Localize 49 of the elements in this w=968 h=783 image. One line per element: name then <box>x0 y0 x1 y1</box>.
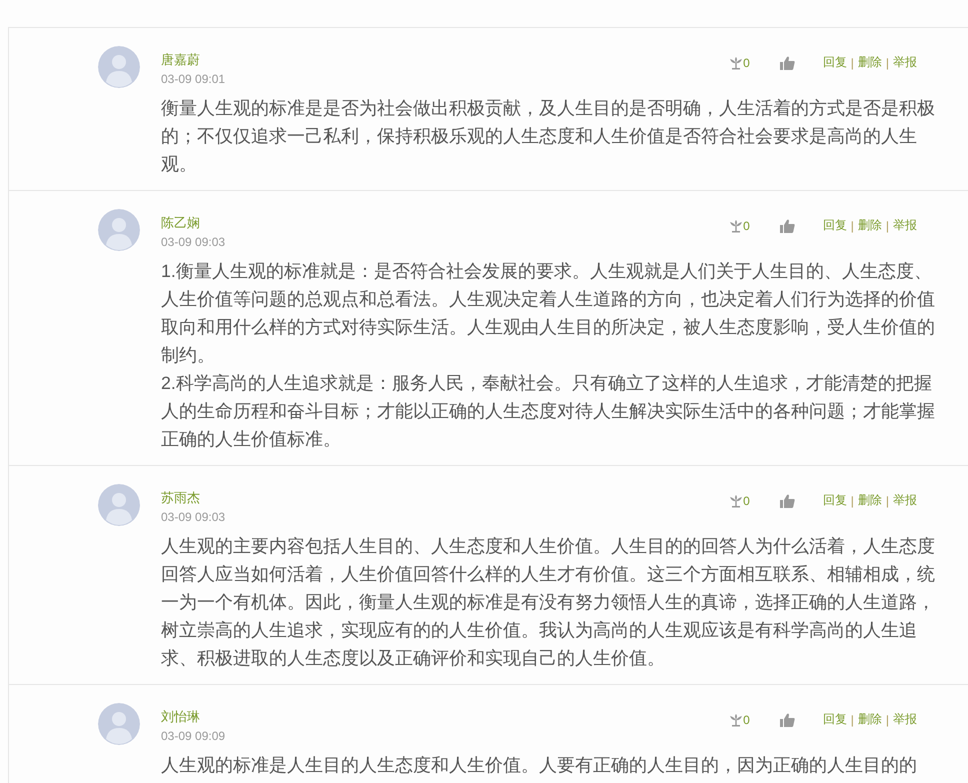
separator: | <box>886 494 889 508</box>
flower-count: 0 <box>743 712 750 726</box>
comment-text: 2.科学高尚的人生追求就是：服务人民，奉献社会。只有确立了这样的人生追求，才能清楚的把握人的生命历程和奋斗目标；才能以正确的人生态度对待人生解决实际生活中的各种问题；才能掌握正确的人生价值标准。 <box>161 372 936 451</box>
flower-count: 0 <box>743 56 750 70</box>
comment-text: 1.衡量人生观的标准就是：是否符合社会发展的要求。人生观就是人们关于人生目的、人生态度、人生价值等问题的总观点和总看法。人生观决定着人生道路的方向，也决定着人们行为选择的价值取向和用什么样的方式对待实际生活。人生观由人生目的所决定，被人生态度影响，受人生价值的制约。 <box>161 260 936 367</box>
separator: | <box>886 56 889 70</box>
user-name[interactable]: 陈乙娴 <box>161 215 200 231</box>
thumbs-up-icon[interactable] <box>780 218 795 232</box>
action-link[interactable]: 举报 <box>893 54 917 71</box>
action-link[interactable]: 回复 <box>822 54 847 71</box>
avatar-icon <box>98 209 140 251</box>
comment-time: 03-09 09:03 <box>161 234 226 251</box>
avatar-icon <box>98 46 140 88</box>
comment-text: 人生观的主要内容包括人生目的、人生态度和人生价值。人生目的的回答人为什么活着，人生态度回答人应当如何活着，人生价值回答什么样的人生才有价值。这三个方面相互联系、相辅相成，统一为一个有机体。因此，衡量人生观的标准是有没有努力领悟人生的真谛，选择正确的人生道路，树立崇高的人生追求，实现应有的的人生价值。我认为高尚的人生观应该是有科学高尚的人生追求、积极进取的人生态度以及正确评价和实现自己的人生价值。 <box>161 535 936 670</box>
separator: | <box>850 56 854 70</box>
separator: | <box>886 712 889 726</box>
flower-icon[interactable] <box>729 712 744 726</box>
action-link[interactable]: 回复 <box>822 217 847 234</box>
avatar-icon <box>98 484 140 526</box>
user-name[interactable]: 苏雨杰 <box>161 490 200 506</box>
flower-count: 0 <box>743 494 750 508</box>
action-link[interactable]: 回复 <box>822 711 847 728</box>
thumbs-up-icon[interactable] <box>780 712 795 726</box>
user-name[interactable]: 唐嘉蔚 <box>161 52 200 68</box>
separator: | <box>886 218 889 232</box>
flower-icon[interactable] <box>729 56 744 70</box>
separator: | <box>850 494 854 508</box>
action-link[interactable]: 举报 <box>893 492 917 509</box>
comment-text: 人生观的标准是人生目的人生态度和人生价值。人要有正确的人生目的，因为正确的人生目的的 <box>161 754 918 777</box>
separator: | <box>850 712 854 726</box>
flower-icon[interactable] <box>729 218 744 232</box>
comment-time: 03-09 09:09 <box>161 728 226 745</box>
separator: | <box>850 218 854 232</box>
flower-icon[interactable] <box>729 494 744 508</box>
thumbs-up-icon[interactable] <box>780 494 795 508</box>
comment-text: 衡量人生观的标准是是否为社会做出积极贡献，及人生目的是否明确，人生活着的方式是否是积极的；不仅仅追求一己私利，保持积极乐观的人生态度和人生价值是否符合社会要求是高尚的人生观。 <box>161 97 936 176</box>
action-link[interactable]: 回复 <box>822 492 847 509</box>
flower-count: 0 <box>743 218 750 232</box>
user-name[interactable]: 刘怡琳 <box>161 709 200 725</box>
action-link[interactable]: 举报 <box>893 711 917 728</box>
comment-time: 03-09 09:01 <box>161 71 226 88</box>
thumbs-up-icon[interactable] <box>780 56 795 70</box>
avatar-icon <box>98 703 140 745</box>
action-link[interactable]: 删除 <box>858 54 882 71</box>
action-link[interactable]: 删除 <box>858 217 882 234</box>
comment-time: 03-09 09:03 <box>161 509 226 526</box>
action-link[interactable]: 删除 <box>858 492 882 509</box>
action-link[interactable]: 举报 <box>893 217 917 234</box>
action-link[interactable]: 删除 <box>858 711 882 728</box>
